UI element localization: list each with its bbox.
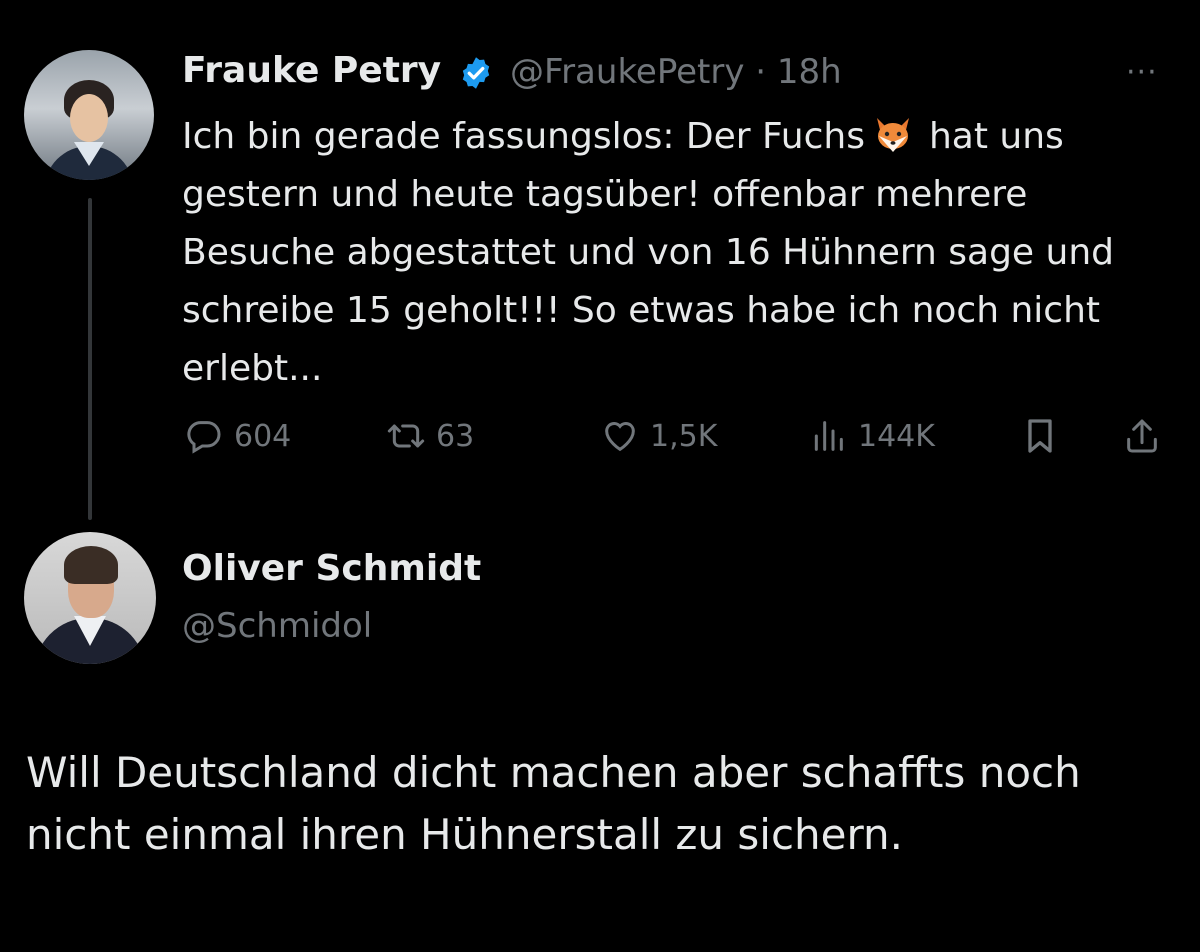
reply-author-name[interactable]: Oliver Schmidt (182, 548, 481, 589)
bookmark-button[interactable] (1020, 416, 1060, 456)
frauke-petry-avatar[interactable] (24, 50, 154, 180)
share-button[interactable] (1122, 416, 1162, 456)
like-count: 1,5K (650, 418, 718, 454)
share-icon (1127, 419, 1157, 453)
more-options-icon[interactable]: ··· (1126, 55, 1158, 90)
retweet-icon (387, 424, 425, 448)
oliver-schmidt-avatar[interactable] (24, 532, 156, 664)
author-handle-timestamp[interactable]: @FraukePetry · 18h (510, 52, 842, 92)
views-chart-icon (814, 421, 843, 451)
like-button[interactable]: 1,5K (600, 416, 717, 456)
reply-tweet-text: Will Deutschland dicht machen aber schaf… (26, 748, 1081, 859)
reply-author-handle[interactable]: @Schmidol (182, 606, 372, 646)
reply-button[interactable]: 604 (184, 416, 291, 456)
views-count: 144K (858, 418, 935, 454)
fox-emoji-icon (876, 118, 909, 152)
views-button[interactable]: 144K (808, 416, 935, 456)
bookmark-icon (1028, 419, 1052, 453)
author-name[interactable]: Frauke Petry (182, 50, 441, 91)
retweet-count: 63 (436, 418, 475, 454)
tweet-text: Ich bin gerade fassungslos: Der Fuchs ha… (182, 108, 1182, 398)
thread-connector-line (88, 198, 92, 520)
reply-icon (187, 421, 221, 454)
verified-badge-icon (462, 57, 490, 89)
heart-icon (605, 422, 635, 452)
tweet-text-part1: Ich bin gerade fassungslos: Der Fuchs (182, 116, 865, 157)
retweet-button[interactable]: 63 (386, 416, 474, 456)
reply-count: 604 (234, 418, 292, 454)
